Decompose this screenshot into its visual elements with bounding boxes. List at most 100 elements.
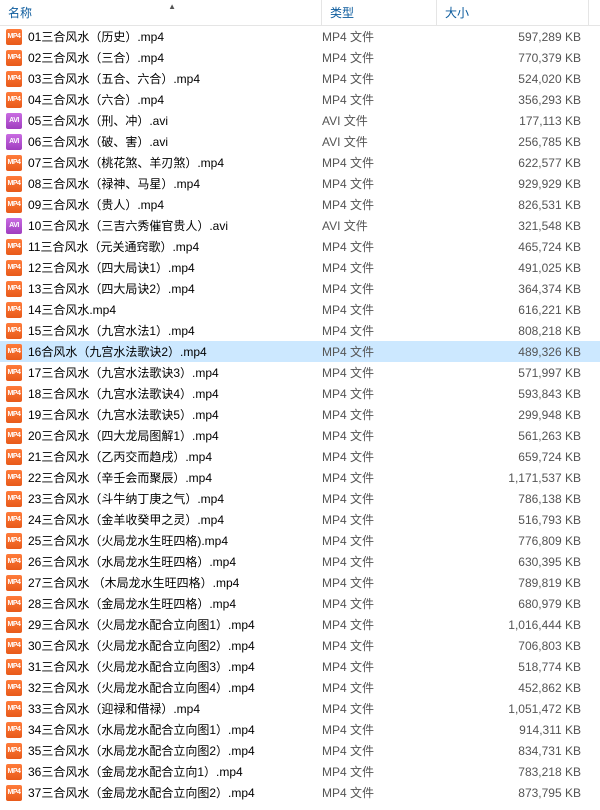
file-row[interactable]: MP407三合风水（桃花煞、羊刃煞）.mp4MP4 文件622,577 KB: [0, 152, 600, 173]
file-name-label: 16合风水（九宫水法歌诀2）.mp4: [28, 343, 207, 360]
file-name-cell: MP427三合风水 （木局龙水生旺四格）.mp4: [6, 574, 322, 591]
file-name-label: 12三合风水（四大局诀1）.mp4: [28, 259, 195, 276]
file-row[interactable]: MP401三合风水（历史）.mp4MP4 文件597,289 KB: [0, 26, 600, 47]
file-name-label: 09三合风水（贵人）.mp4: [28, 196, 164, 213]
file-size-cell: 616,221 KB: [437, 303, 589, 317]
file-name-cell: MP437三合风水（金局龙水配合立向图2）.mp4: [6, 784, 322, 801]
file-name-cell: MP435三合风水（水局龙水配合立向图2）.mp4: [6, 742, 322, 759]
file-row[interactable]: MP412三合风水（四大局诀1）.mp4MP4 文件491,025 KB: [0, 257, 600, 278]
column-header-name[interactable]: 名称 ▲: [0, 0, 322, 25]
file-row[interactable]: MP408三合风水（禄神、马星）.mp4MP4 文件929,929 KB: [0, 173, 600, 194]
mp4-file-icon: MP4: [6, 659, 22, 675]
file-size-cell: 1,051,472 KB: [437, 702, 589, 716]
file-row[interactable]: MP403三合风水（五合、六合）.mp4MP4 文件524,020 KB: [0, 68, 600, 89]
file-name-cell: MP415三合风水（九宫水法1）.mp4: [6, 322, 322, 339]
file-row[interactable]: MP429三合风水（火局龙水配合立向图1）.mp4MP4 文件1,016,444…: [0, 614, 600, 635]
file-size-cell: 489,326 KB: [437, 345, 589, 359]
file-type-cell: MP4 文件: [322, 511, 437, 528]
file-name-label: 06三合风水（破、害）.avi: [28, 133, 168, 150]
file-type-cell: MP4 文件: [322, 406, 437, 423]
file-type-cell: MP4 文件: [322, 28, 437, 45]
file-type-cell: MP4 文件: [322, 553, 437, 570]
file-row[interactable]: MP420三合风水（四大龙局图解1）.mp4MP4 文件561,263 KB: [0, 425, 600, 446]
file-name-cell: MP404三合风水（六合）.mp4: [6, 91, 322, 108]
file-size-cell: 593,843 KB: [437, 387, 589, 401]
file-name-label: 31三合风水（火局龙水配合立向图3）.mp4: [28, 658, 255, 675]
file-row[interactable]: MP416合风水（九宫水法歌诀2）.mp4MP4 文件489,326 KB: [0, 341, 600, 362]
file-row[interactable]: MP434三合风水（水局龙水配合立向图1）.mp4MP4 文件914,311 K…: [0, 719, 600, 740]
file-size-cell: 873,795 KB: [437, 786, 589, 800]
mp4-file-icon: MP4: [6, 491, 22, 507]
file-row[interactable]: MP415三合风水（九宫水法1）.mp4MP4 文件808,218 KB: [0, 320, 600, 341]
file-row[interactable]: MP437三合风水（金局龙水配合立向图2）.mp4MP4 文件873,795 K…: [0, 782, 600, 803]
mp4-file-icon: MP4: [6, 722, 22, 738]
file-row[interactable]: MP433三合风水（迎禄和借禄）.mp4MP4 文件1,051,472 KB: [0, 698, 600, 719]
file-size-cell: 826,531 KB: [437, 198, 589, 212]
file-row[interactable]: MP419三合风水（九宫水法歌诀5）.mp4MP4 文件299,948 KB: [0, 404, 600, 425]
file-row[interactable]: MP414三合风水.mp4MP4 文件616,221 KB: [0, 299, 600, 320]
file-row[interactable]: MP404三合风水（六合）.mp4MP4 文件356,293 KB: [0, 89, 600, 110]
file-type-cell: MP4 文件: [322, 469, 437, 486]
file-row[interactable]: MP411三合风水（元关通窍歌）.mp4MP4 文件465,724 KB: [0, 236, 600, 257]
file-size-cell: 524,020 KB: [437, 72, 589, 86]
file-size-cell: 364,374 KB: [437, 282, 589, 296]
file-size-cell: 786,138 KB: [437, 492, 589, 506]
file-row[interactable]: MP425三合风水（火局龙水生旺四格).mp4MP4 文件776,809 KB: [0, 530, 600, 551]
mp4-file-icon: MP4: [6, 575, 22, 591]
file-row[interactable]: MP432三合风水（火局龙水配合立向图4）.mp4MP4 文件452,862 K…: [0, 677, 600, 698]
file-row[interactable]: MP409三合风水（贵人）.mp4MP4 文件826,531 KB: [0, 194, 600, 215]
file-row[interactable]: AVI06三合风水（破、害）.aviAVI 文件256,785 KB: [0, 131, 600, 152]
file-name-cell: MP409三合风水（贵人）.mp4: [6, 196, 322, 213]
file-name-label: 36三合风水（金局龙水配合立向1）.mp4: [28, 763, 243, 780]
file-row[interactable]: MP413三合风水（四大局诀2）.mp4MP4 文件364,374 KB: [0, 278, 600, 299]
column-header-type-label: 类型: [330, 6, 354, 20]
file-name-label: 05三合风水（刑、冲）.avi: [28, 112, 168, 129]
column-header-type[interactable]: 类型: [322, 0, 437, 25]
file-row[interactable]: AVI05三合风水（刑、冲）.aviAVI 文件177,113 KB: [0, 110, 600, 131]
file-row[interactable]: MP430三合风水（火局龙水配合立向图2）.mp4MP4 文件706,803 K…: [0, 635, 600, 656]
file-name-cell: MP421三合风水（乙丙交而趋戌）.mp4: [6, 448, 322, 465]
file-name-cell: MP407三合风水（桃花煞、羊刃煞）.mp4: [6, 154, 322, 171]
file-size-cell: 783,218 KB: [437, 765, 589, 779]
file-row[interactable]: MP417三合风水（九宫水法歌诀3）.mp4MP4 文件571,997 KB: [0, 362, 600, 383]
mp4-file-icon: MP4: [6, 50, 22, 66]
file-type-cell: MP4 文件: [322, 616, 437, 633]
file-type-cell: MP4 文件: [322, 364, 437, 381]
mp4-file-icon: MP4: [6, 323, 22, 339]
file-row[interactable]: MP418三合风水（九宫水法歌诀4）.mp4MP4 文件593,843 KB: [0, 383, 600, 404]
file-size-cell: 776,809 KB: [437, 534, 589, 548]
file-row[interactable]: MP431三合风水（火局龙水配合立向图3）.mp4MP4 文件518,774 K…: [0, 656, 600, 677]
file-name-cell: MP418三合风水（九宫水法歌诀4）.mp4: [6, 385, 322, 402]
mp4-file-icon: MP4: [6, 239, 22, 255]
file-row[interactable]: MP402三合风水（三合）.mp4MP4 文件770,379 KB: [0, 47, 600, 68]
column-header-size-label: 大小: [445, 6, 469, 20]
file-type-cell: MP4 文件: [322, 280, 437, 297]
column-header-size[interactable]: 大小: [437, 0, 589, 25]
file-name-cell: MP413三合风水（四大局诀2）.mp4: [6, 280, 322, 297]
file-size-cell: 659,724 KB: [437, 450, 589, 464]
file-type-cell: MP4 文件: [322, 637, 437, 654]
file-type-cell: AVI 文件: [322, 133, 437, 150]
file-row[interactable]: MP421三合风水（乙丙交而趋戌）.mp4MP4 文件659,724 KB: [0, 446, 600, 467]
file-row[interactable]: MP427三合风水 （木局龙水生旺四格）.mp4MP4 文件789,819 KB: [0, 572, 600, 593]
file-row[interactable]: MP422三合风水（辛壬会而聚辰）.mp4MP4 文件1,171,537 KB: [0, 467, 600, 488]
mp4-file-icon: MP4: [6, 638, 22, 654]
file-size-cell: 452,862 KB: [437, 681, 589, 695]
file-row[interactable]: MP428三合风水（金局龙水生旺四格）.mp4MP4 文件680,979 KB: [0, 593, 600, 614]
file-name-label: 18三合风水（九宫水法歌诀4）.mp4: [28, 385, 219, 402]
file-row[interactable]: MP435三合风水（水局龙水配合立向图2）.mp4MP4 文件834,731 K…: [0, 740, 600, 761]
file-row[interactable]: MP426三合风水（水局龙水生旺四格）.mp4MP4 文件630,395 KB: [0, 551, 600, 572]
file-size-cell: 789,819 KB: [437, 576, 589, 590]
file-name-cell: MP401三合风水（历史）.mp4: [6, 28, 322, 45]
file-type-cell: MP4 文件: [322, 259, 437, 276]
file-row[interactable]: MP423三合风水（斗牛纳丁庚之气）.mp4MP4 文件786,138 KB: [0, 488, 600, 509]
file-row[interactable]: MP436三合风水（金局龙水配合立向1）.mp4MP4 文件783,218 KB: [0, 761, 600, 782]
mp4-file-icon: MP4: [6, 617, 22, 633]
file-row[interactable]: AVI10三合风水（三吉六秀催官贵人）.aviAVI 文件321,548 KB: [0, 215, 600, 236]
file-name-label: 32三合风水（火局龙水配合立向图4）.mp4: [28, 679, 255, 696]
file-type-cell: MP4 文件: [322, 574, 437, 591]
file-name-cell: AVI06三合风水（破、害）.avi: [6, 133, 322, 150]
file-row[interactable]: MP424三合风水（金羊收癸甲之灵）.mp4MP4 文件516,793 KB: [0, 509, 600, 530]
file-type-cell: MP4 文件: [322, 49, 437, 66]
file-name-cell: MP422三合风水（辛壬会而聚辰）.mp4: [6, 469, 322, 486]
